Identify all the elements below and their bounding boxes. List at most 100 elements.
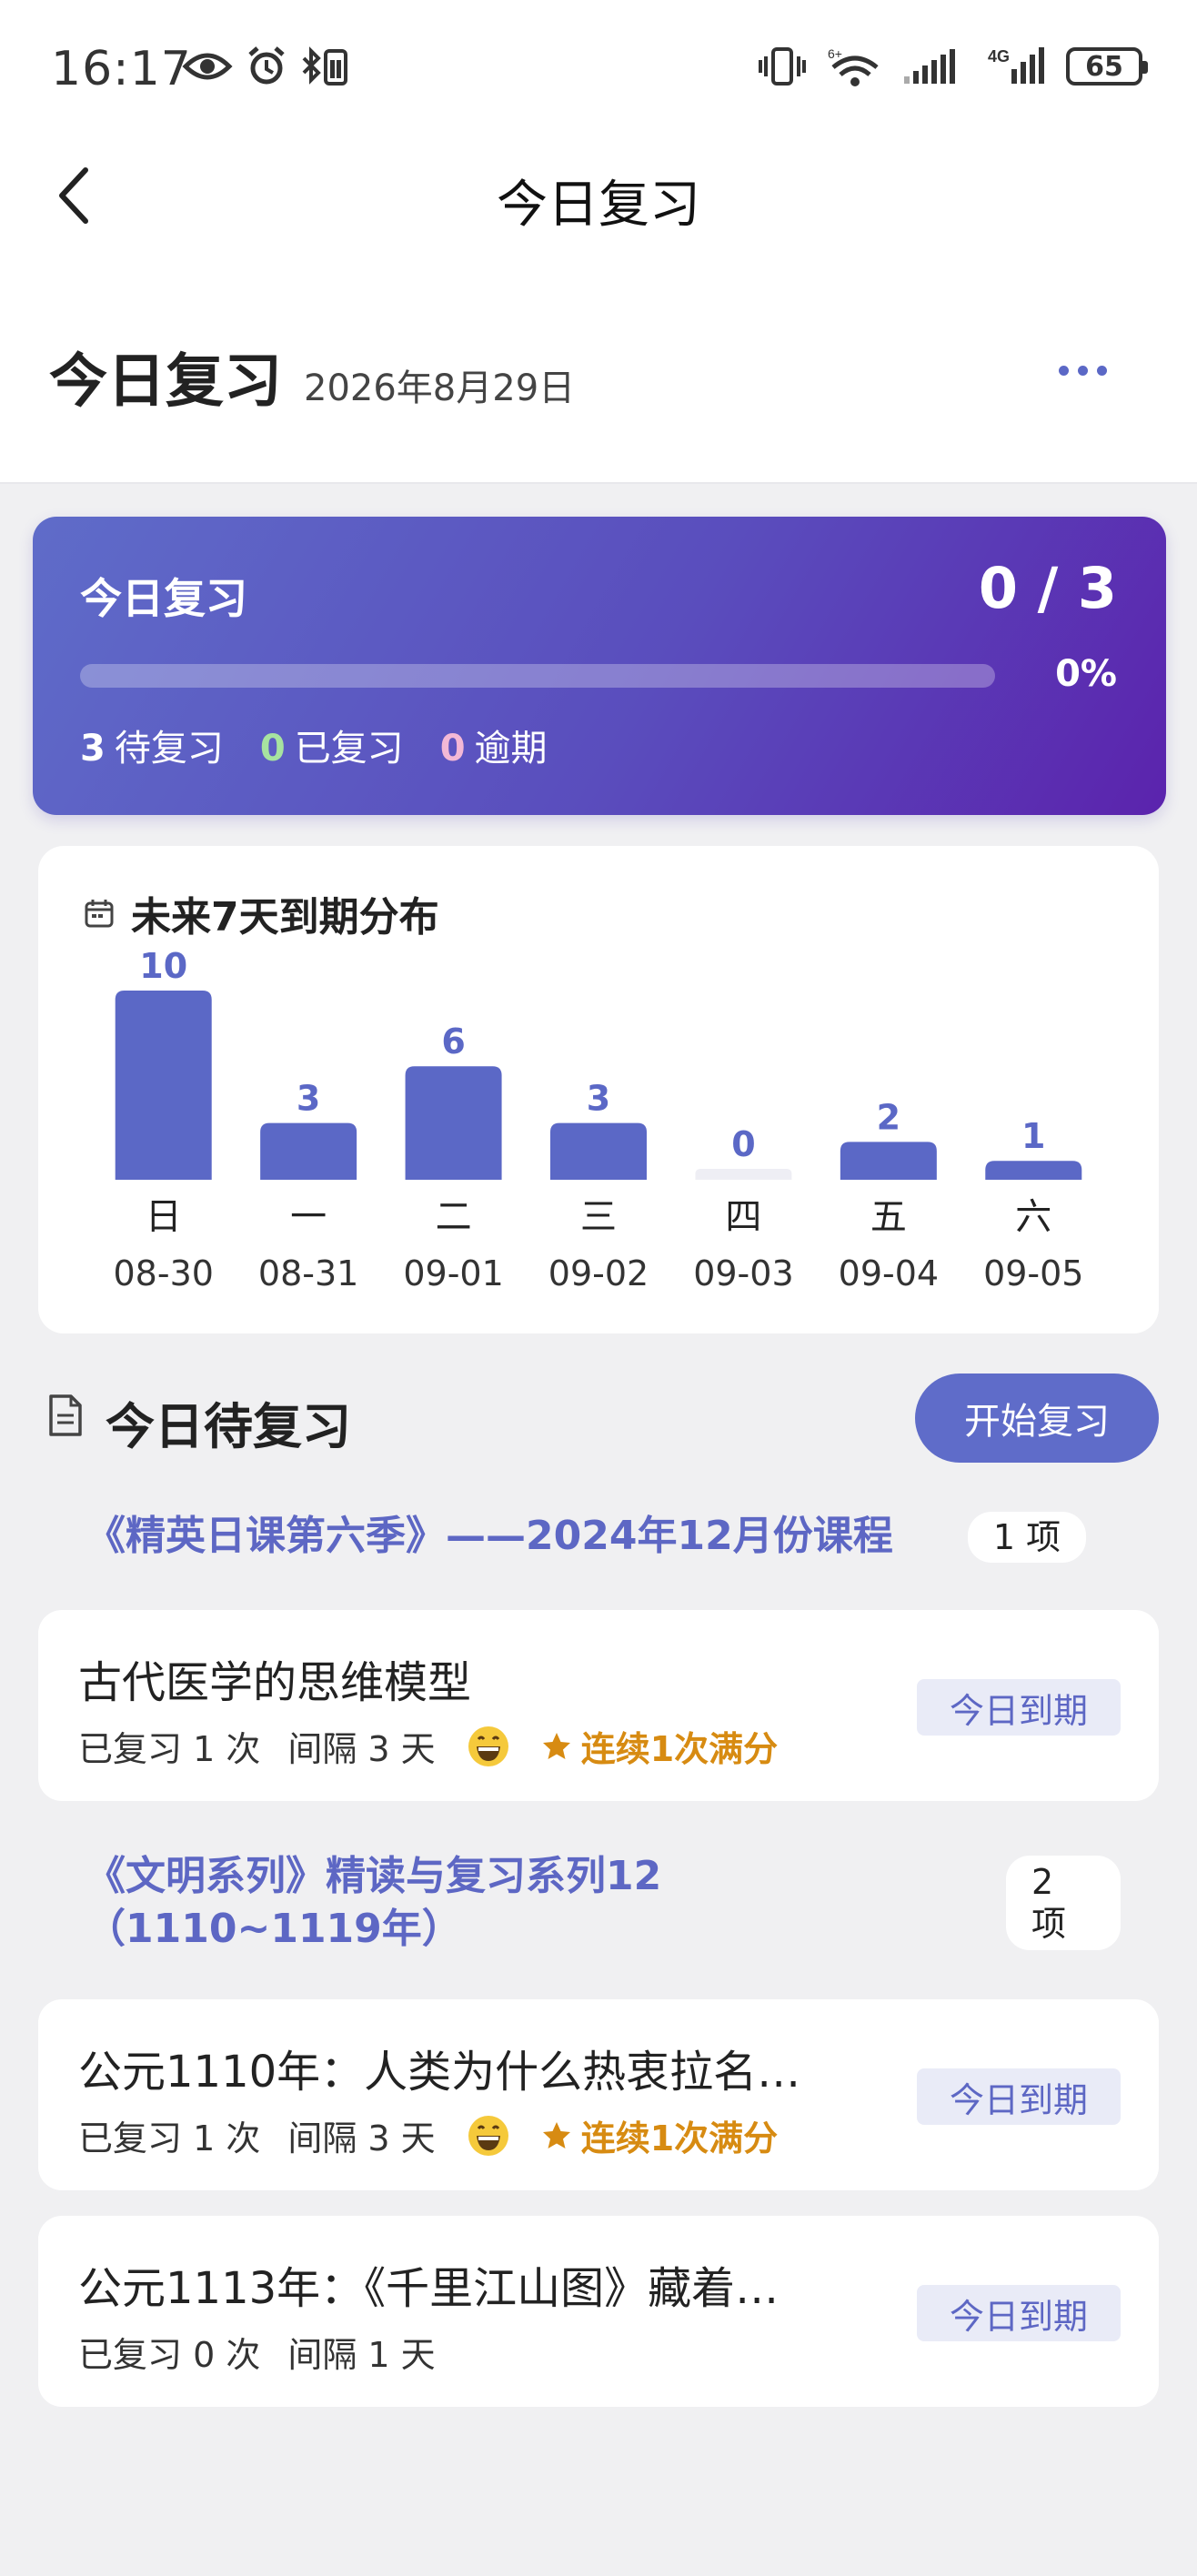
- due-distribution-card: 未来7天到期分布 10 日 08-30 3 一 08-31 6 二 09-01 3 三 09-02 0 四…: [38, 846, 1159, 1333]
- review-count: 已复习 1 次: [78, 2118, 261, 2158]
- chart-value-label: 2: [877, 1097, 900, 1137]
- chart-bar-08-31: [260, 1122, 357, 1180]
- nav-title: 今日复习: [497, 176, 700, 235]
- stat-done-label: 已复习: [294, 728, 404, 770]
- streak-badge: 连续1次满分: [541, 2110, 778, 2160]
- count-line: 2: [1031, 1862, 1054, 1902]
- chart-weekday-label: 三: [580, 1196, 617, 1238]
- stat-overdue-value: 0: [439, 728, 466, 770]
- eye-icon: [182, 48, 233, 85]
- alarm-icon: [246, 45, 287, 87]
- chart-value-label: 3: [297, 1079, 320, 1119]
- chart-value-label: 10: [139, 946, 187, 986]
- stat-pending-label: 待复习: [114, 728, 224, 770]
- chart-date-label: 08-30: [114, 1253, 214, 1293]
- start-review-button[interactable]: 开始复习: [915, 1374, 1159, 1463]
- page-date: 2026年8月29日: [304, 367, 576, 409]
- stat-pending: 3 待复习: [80, 719, 224, 771]
- review-section-title: 今日待复习: [106, 1398, 351, 1455]
- progress-bar: [80, 664, 995, 688]
- chart-weekday-label: 日: [146, 1196, 182, 1238]
- svg-text:4G: 4G: [988, 47, 1010, 65]
- progress-percent: 0%: [1055, 653, 1117, 695]
- chart-date-label: 09-01: [403, 1253, 503, 1293]
- vibrate-icon: [757, 45, 808, 87]
- page-header: 今日复习 2026年8月29日: [0, 327, 1197, 418]
- top-area: 16:17 6+ 4G 65 今日复习 今日复习 2026年8月29日: [0, 0, 1197, 484]
- more-dot-icon: [1058, 365, 1069, 376]
- progress-label: 今日复习: [80, 574, 247, 623]
- course-group-title[interactable]: 《文明系列》精读与复习系列12 （1110~1119年）: [86, 1850, 959, 1956]
- chart-value-label: 3: [587, 1079, 610, 1119]
- more-dot-icon: [1077, 365, 1088, 376]
- battery-level: 65: [1085, 50, 1123, 83]
- count-line: 1 项: [992, 1517, 1061, 1557]
- bluetooth-battery-icon: [300, 45, 351, 87]
- chart-weekday-label: 一: [290, 1196, 327, 1238]
- chart-value-label: 6: [441, 1021, 465, 1062]
- streak-badge: 连续1次满分: [541, 1721, 778, 1771]
- course-title-line: 《文明系列》精读与复习系列12: [86, 1853, 662, 1899]
- review-item-meta: 已复习 1 次 间隔 3 天 连续1次满分: [78, 1721, 778, 1771]
- streak-text: 连续1次满分: [580, 2118, 779, 2158]
- chart-weekday-label: 五: [870, 1196, 907, 1238]
- nav-bar: 今日复习: [0, 146, 1197, 246]
- document-icon: [49, 1394, 82, 1436]
- chart-weekday-label: 二: [436, 1196, 472, 1238]
- course-group-title[interactable]: 《精英日课第六季》——2024年12月份课程: [86, 1510, 959, 1563]
- chart-date-label: 09-05: [983, 1253, 1083, 1293]
- stat-done: 0 已复习: [260, 719, 404, 771]
- review-interval: 间隔 3 天: [287, 1729, 436, 1769]
- streak-text: 连续1次满分: [580, 1729, 779, 1769]
- progress-stats: 3 待复习 0 已复习 0 逾期: [80, 719, 548, 771]
- chart-weekday-label: 四: [725, 1196, 761, 1238]
- review-card[interactable]: 公元1110年：人类为什么热衷拉名… 已复习 1 次 间隔 3 天 连续1次满分…: [38, 1999, 1159, 2190]
- course-item-count: 1 项: [968, 1512, 1086, 1563]
- review-item-title: 古代医学的思维模型: [78, 1657, 472, 1708]
- wifi-icon: 6+: [826, 45, 884, 87]
- status-right-icons: 6+ 4G 65: [757, 45, 1148, 87]
- course-item-count: 2 项: [1006, 1856, 1121, 1950]
- grinning-face-icon: [467, 2114, 510, 2158]
- status-time: 16:17: [51, 42, 192, 96]
- progress-count: 0 / 3: [978, 555, 1117, 621]
- review-interval: 间隔 1 天: [287, 2335, 436, 2375]
- review-item-meta: 已复习 0 次 间隔 1 天: [78, 2327, 436, 2377]
- progress-card: 今日复习 0 / 3 0% 3 待复习 0 已复习 0 逾期: [33, 517, 1166, 815]
- stat-overdue-label: 逾期: [474, 728, 548, 770]
- app-root: 16:17 6+ 4G 65 今日复习 今日复习 2026年8月29日 今日复习…: [0, 0, 1197, 2576]
- more-dot-icon: [1096, 365, 1107, 376]
- due-today-tag: 今日到期: [917, 1679, 1121, 1736]
- signal-icon-4g: 4G: [988, 45, 1048, 87]
- chart-date-label: 09-04: [839, 1253, 939, 1293]
- course-title-line: （1110~1119年）: [86, 1906, 462, 1952]
- due-today-tag: 今日到期: [917, 2068, 1121, 2125]
- review-card[interactable]: 公元1113年：《千里江山图》藏着… 已复习 0 次 间隔 1 天 今日到期: [38, 2216, 1159, 2407]
- star-icon: [542, 2121, 570, 2148]
- due-today-tag: 今日到期: [917, 2285, 1121, 2341]
- signal-icon-1: [902, 45, 970, 87]
- chart-bar-08-30: [115, 991, 212, 1180]
- course-title-line: 《精英日课第六季》——2024年12月份课程: [86, 1513, 893, 1559]
- status-bar: 16:17 6+ 4G 65: [0, 36, 1197, 109]
- review-interval: 间隔 3 天: [287, 2118, 436, 2158]
- stat-pending-value: 3: [80, 728, 106, 770]
- chart-bar-09-02: [550, 1122, 647, 1180]
- due-bar-chart: 10 日 08-30 3 一 08-31 6 二 09-01 3 三 09-02 0 四 09-03 2 五 09…: [114, 946, 1084, 1293]
- more-options-button[interactable]: [1046, 347, 1119, 393]
- chart-date-label: 08-31: [258, 1253, 358, 1293]
- review-card[interactable]: 古代医学的思维模型 已复习 1 次 间隔 3 天 连续1次满分 今日到期: [38, 1610, 1159, 1801]
- chart-weekday-label: 六: [1015, 1196, 1051, 1238]
- page-title: 今日复习: [49, 348, 282, 416]
- star-icon: [542, 1732, 570, 1759]
- review-section-header: 今日待复习 开始复习: [0, 1366, 1197, 1466]
- review-count: 已复习 1 次: [78, 1729, 261, 1769]
- count-line: 项: [1031, 1904, 1067, 1944]
- status-left-icons: [182, 45, 351, 87]
- review-count: 已复习 0 次: [78, 2335, 261, 2375]
- stat-done-value: 0: [259, 728, 286, 770]
- svg-text:6+: 6+: [828, 46, 842, 61]
- review-item-title: 公元1113年：《千里江山图》藏着…: [78, 2263, 780, 2314]
- chart-bar-09-01: [405, 1066, 502, 1180]
- grinning-face-icon: [467, 1725, 510, 1768]
